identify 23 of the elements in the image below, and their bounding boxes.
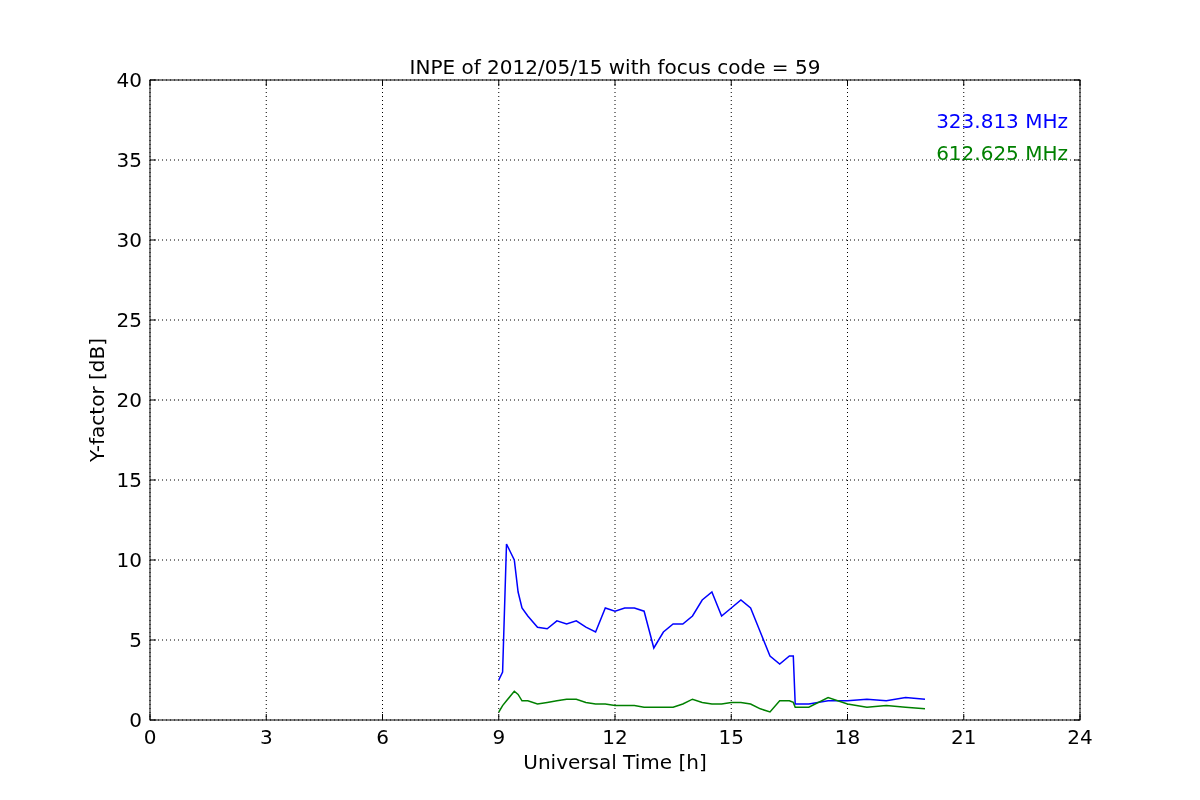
y-axis-title: Y-factor [dB]: [85, 338, 109, 462]
tick-label: 10: [116, 548, 142, 572]
tick-label: 30: [116, 228, 142, 252]
tick-label: 15: [718, 725, 744, 749]
x-axis-title: Universal Time [h]: [523, 750, 707, 774]
tick-label: 15: [116, 468, 142, 492]
tick-label: 21: [951, 725, 977, 749]
tick-label: 6: [376, 725, 389, 749]
legend-label: 612.625 MHz: [936, 141, 1068, 165]
tick-label: 18: [834, 725, 861, 749]
tick-label: 40: [116, 68, 142, 92]
tick-label: 3: [259, 725, 273, 749]
tick-label: 35: [116, 148, 142, 172]
tick-label: 0: [129, 708, 142, 732]
tick-label: 9: [492, 725, 506, 749]
tick-label: 0: [143, 725, 157, 749]
tick-label: 20: [116, 388, 142, 412]
legend-label: 323.813 MHz: [936, 109, 1068, 133]
tick-label: 5: [129, 628, 142, 652]
tick-label: 24: [1067, 725, 1093, 749]
chart-title: INPE of 2012/05/15 with focus code = 59: [409, 55, 821, 79]
tick-label: 12: [602, 725, 628, 749]
tick-label: 25: [116, 308, 142, 332]
